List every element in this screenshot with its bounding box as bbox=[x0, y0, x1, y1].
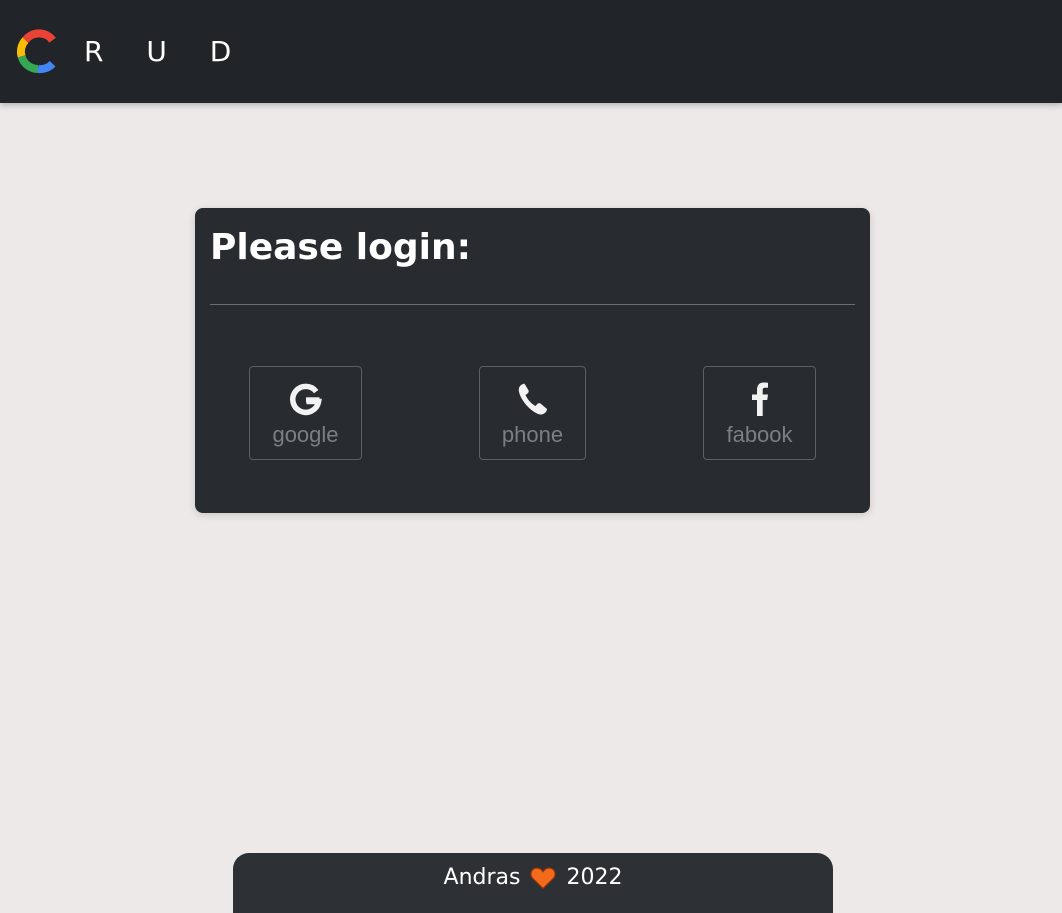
facebook-login-button[interactable]: fabook bbox=[703, 366, 816, 460]
heart-icon bbox=[530, 867, 557, 890]
facebook-button-label: fabook bbox=[726, 422, 793, 447]
phone-icon bbox=[480, 379, 585, 419]
footer: Andras 2022 bbox=[233, 853, 833, 913]
phone-button-label: phone bbox=[501, 422, 564, 447]
brand-text[interactable]: R U D bbox=[84, 33, 248, 71]
card-divider bbox=[210, 304, 855, 305]
top-navbar: R U D bbox=[0, 0, 1062, 103]
google-g-icon bbox=[250, 379, 361, 419]
footer-author: Andras bbox=[443, 865, 521, 890]
phone-login-button[interactable]: phone bbox=[479, 366, 586, 460]
multicolor-c-logo-icon[interactable] bbox=[14, 28, 62, 76]
facebook-f-icon bbox=[704, 379, 815, 419]
google-button-label: google bbox=[272, 422, 339, 447]
footer-year: 2022 bbox=[566, 865, 623, 890]
login-title: Please login: bbox=[210, 227, 472, 268]
login-card: Please login: google phone fabook bbox=[195, 208, 870, 513]
google-login-button[interactable]: google bbox=[249, 366, 362, 460]
